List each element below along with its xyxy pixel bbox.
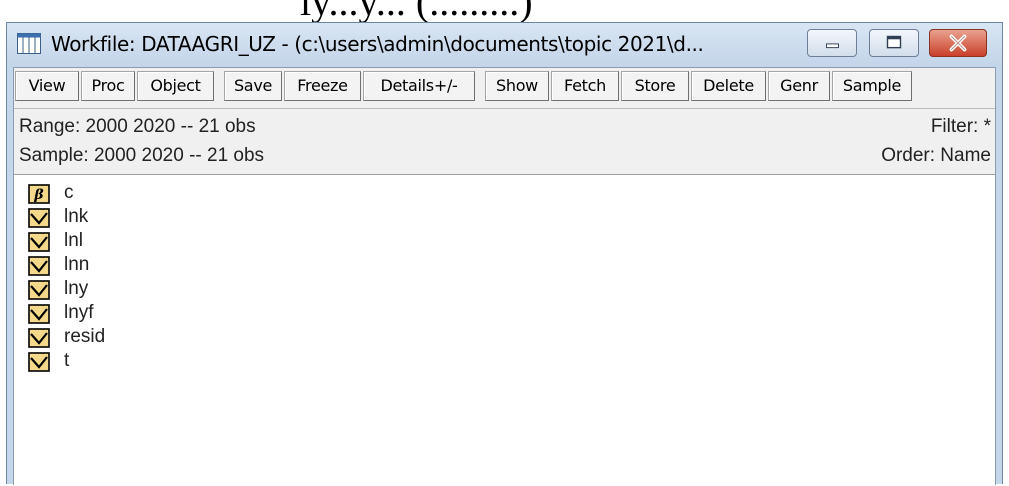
close-icon bbox=[949, 34, 967, 52]
minimize-icon bbox=[825, 43, 839, 49]
object-name: resid bbox=[64, 326, 106, 347]
series-icon bbox=[28, 328, 50, 348]
coefficient-beta-icon: β bbox=[28, 184, 50, 204]
fetch-button[interactable]: Fetch bbox=[551, 71, 619, 101]
filter-info[interactable]: Filter: * bbox=[931, 116, 991, 138]
details-toggle-button[interactable]: Details+/- bbox=[363, 71, 475, 101]
object-name: lnn bbox=[64, 254, 90, 275]
series-icon bbox=[28, 352, 50, 372]
show-button[interactable]: Show bbox=[485, 71, 549, 101]
view-button[interactable]: View bbox=[15, 71, 79, 101]
save-button[interactable]: Save bbox=[224, 71, 282, 101]
workfile-info-bar: Range: 2000 2020 -- 21 obs Sample: 2000 … bbox=[14, 108, 995, 174]
order-info[interactable]: Order: Name bbox=[881, 145, 991, 167]
maximize-button[interactable] bbox=[869, 29, 919, 57]
series-icon bbox=[28, 232, 50, 252]
window-title: Workfile: DATAAGRI_UZ - (c:\users\admin\… bbox=[51, 32, 704, 56]
close-button[interactable] bbox=[929, 29, 987, 57]
object-name: lnl bbox=[64, 230, 84, 251]
series-icon bbox=[28, 280, 50, 300]
series-icon bbox=[28, 304, 50, 324]
workfile-window: Workfile: DATAAGRI_UZ - (c:\users\admin\… bbox=[6, 22, 1003, 486]
minimize-button[interactable] bbox=[807, 29, 857, 57]
store-button[interactable]: Store bbox=[621, 71, 689, 101]
delete-button[interactable]: Delete bbox=[691, 71, 766, 101]
workfile-client: View Proc Object Save Freeze Details+/- … bbox=[13, 67, 996, 486]
series-icon bbox=[28, 208, 50, 228]
background-text: ly...y... (.........) bbox=[300, 0, 533, 22]
sample-button[interactable]: Sample bbox=[832, 71, 912, 101]
genr-button[interactable]: Genr bbox=[768, 71, 830, 101]
proc-button[interactable]: Proc bbox=[81, 71, 135, 101]
object-name: c bbox=[64, 182, 74, 203]
freeze-button[interactable]: Freeze bbox=[284, 71, 361, 101]
object-button[interactable]: Object bbox=[137, 71, 214, 101]
maximize-icon bbox=[886, 35, 902, 49]
toolbar: View Proc Object Save Freeze Details+/- … bbox=[14, 68, 995, 106]
svg-text:β: β bbox=[33, 187, 44, 203]
object-name: t bbox=[64, 350, 70, 371]
object-name: lnyf bbox=[64, 302, 94, 323]
object-name: lnk bbox=[64, 206, 89, 227]
object-name: lny bbox=[64, 278, 89, 299]
range-info: Range: 2000 2020 -- 21 obs bbox=[19, 116, 256, 137]
sample-info: Sample: 2000 2020 -- 21 obs bbox=[19, 145, 265, 166]
workfile-icon bbox=[17, 33, 41, 54]
background-document-strip: ly...y... (.........) bbox=[0, 0, 1009, 22]
title-bar[interactable]: Workfile: DATAAGRI_UZ - (c:\users\admin\… bbox=[7, 23, 1002, 67]
series-icon bbox=[28, 256, 50, 276]
object-list: β c lnk lnl lnn lny lnyf resid t bbox=[14, 174, 995, 486]
